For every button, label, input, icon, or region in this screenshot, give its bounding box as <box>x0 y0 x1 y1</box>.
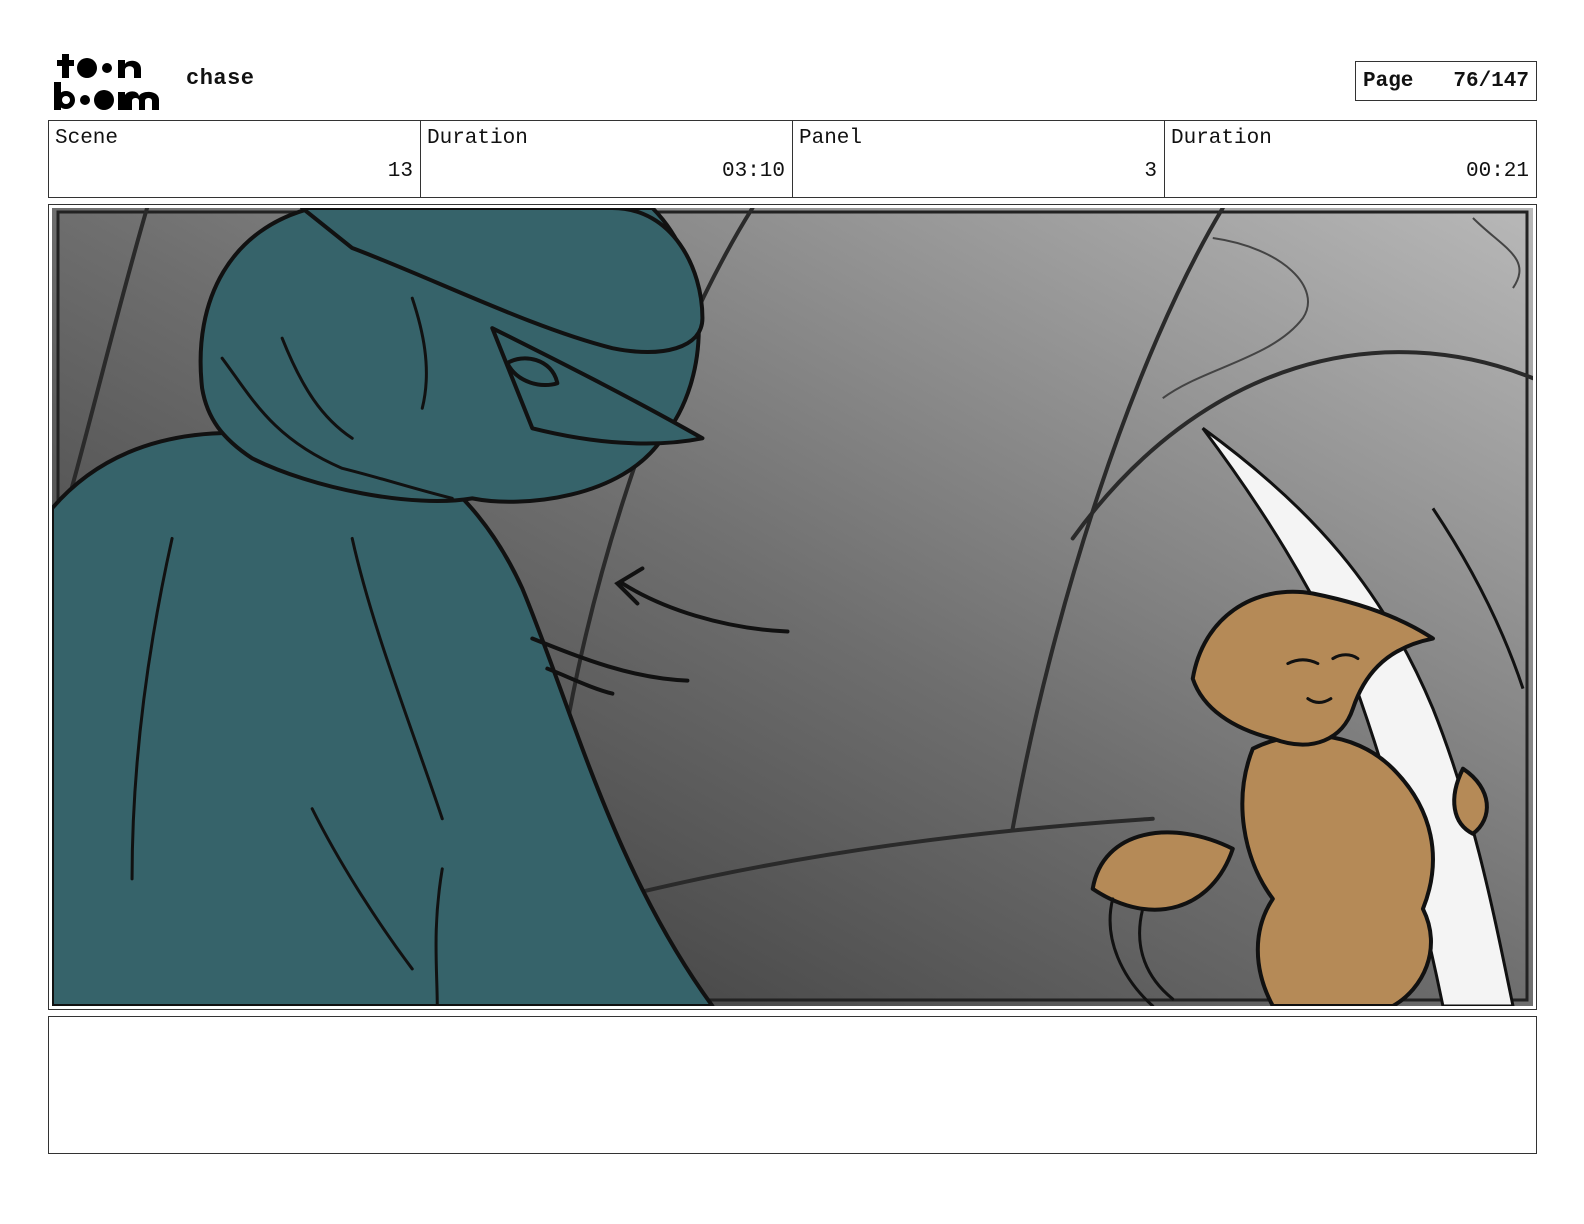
panel-value: 3 <box>1144 160 1157 183</box>
scene-duration-cell: Duration 03:10 <box>421 121 793 197</box>
storyboard-panel-frame <box>48 204 1537 1010</box>
scene-duration-value: 03:10 <box>721 160 785 183</box>
scene-duration-label: Duration <box>427 127 528 150</box>
page-label: Page <box>1363 69 1414 93</box>
panel-cell: Panel 3 <box>793 121 1165 197</box>
project-title: chase <box>186 66 255 91</box>
scene-label: Scene <box>55 127 119 150</box>
page-indicator: Page 76/147 <box>1355 61 1537 101</box>
page-number: 76/147 <box>1453 69 1529 93</box>
panel-duration-label: Duration <box>1171 127 1272 150</box>
panel-notes-box <box>48 1016 1537 1154</box>
storyboard-panel-image <box>52 208 1533 1006</box>
toonboom-logo <box>52 50 164 112</box>
panel-label: Panel <box>799 127 863 150</box>
panel-duration-cell: Duration 00:21 <box>1165 121 1536 197</box>
scene-value: 13 <box>387 160 413 183</box>
panel-info-row: Scene 13 Duration 03:10 Panel 3 Duration… <box>48 120 1537 198</box>
scene-cell: Scene 13 <box>49 121 421 197</box>
panel-duration-value: 00:21 <box>1465 160 1529 183</box>
